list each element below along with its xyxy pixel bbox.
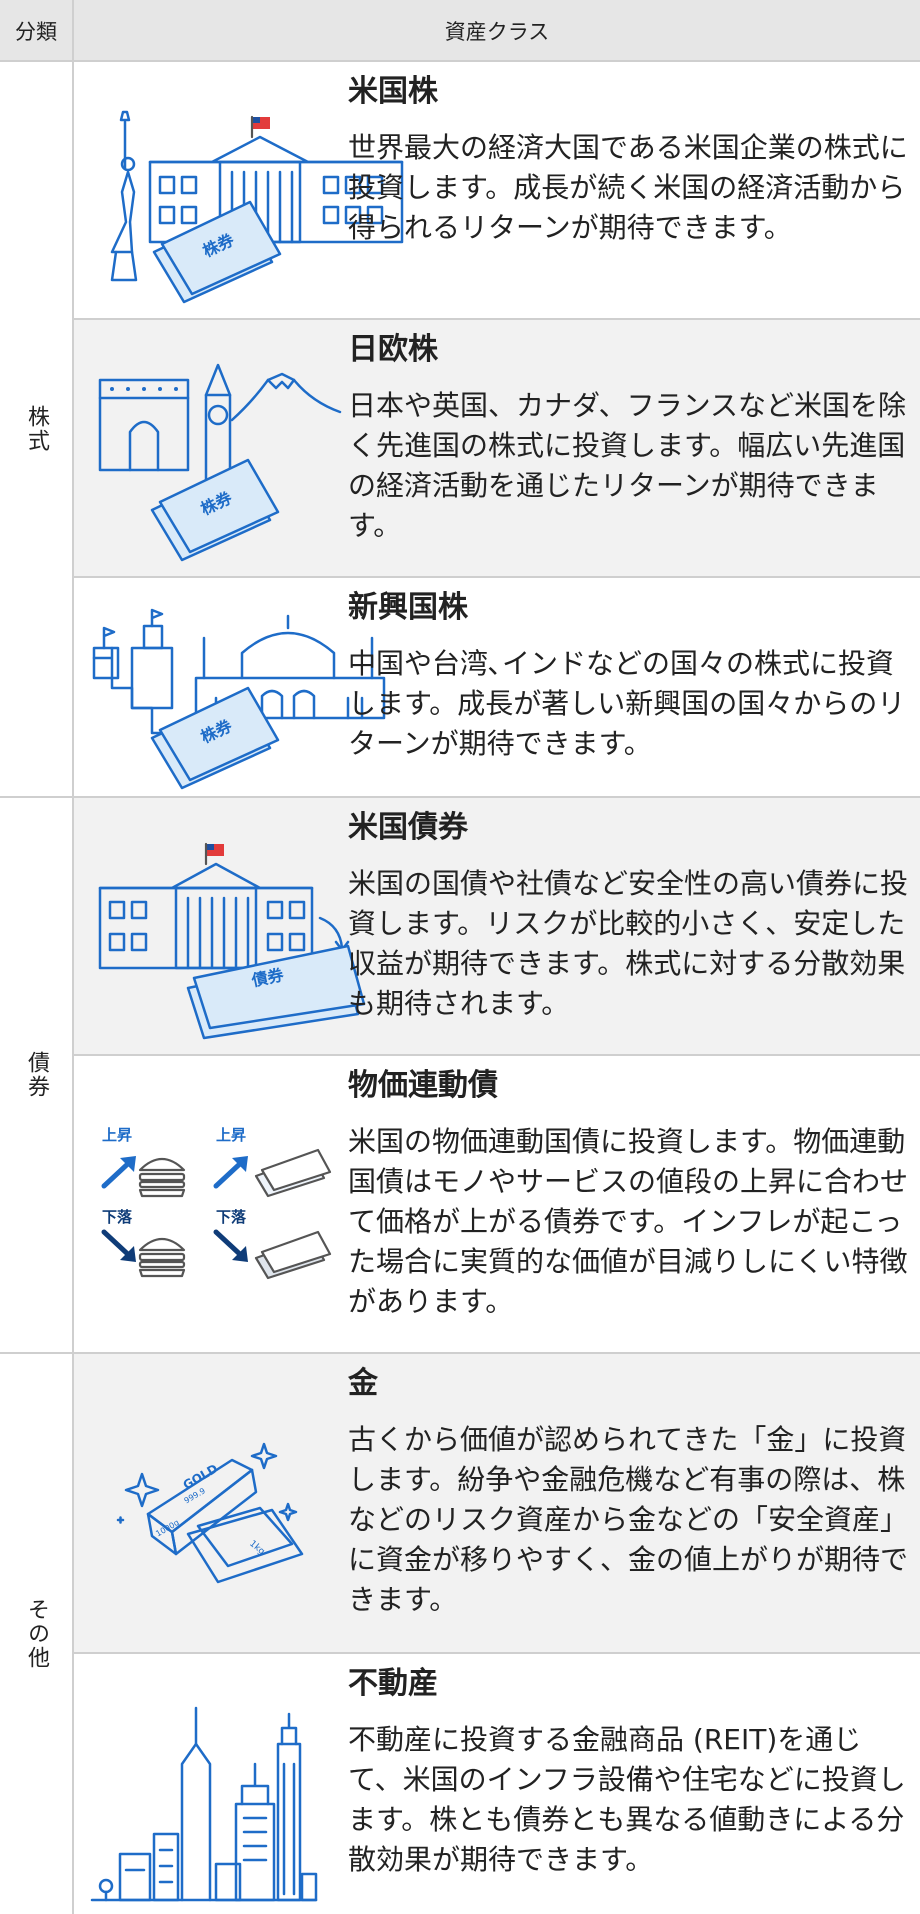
burger-icon — [138, 1237, 186, 1278]
asset-row-us-stocks: 株券 米国株 世界最大の経済大国である米国企業の株式に投資します。成長が続く米国… — [74, 62, 920, 320]
down-arrow-icon — [101, 1229, 136, 1262]
real-estate-text: 不動産 不動産に投資する金融商品 (REIT)を通じて、米国のインフラ設備や住宅… — [348, 1664, 908, 1880]
developed-stocks-text: 日欧株 日本や英国、カナダ、フランスなど米国を除く先進国の株式に投資します。幅広… — [348, 330, 908, 546]
emerging-stocks-text: 新興国株 中国や台湾､インドなどの国々の株式に投資します。成長が著しい新興国の国… — [348, 588, 908, 764]
asset-title: 不動産 — [348, 1666, 438, 1701]
category-bonds-label: 債券 — [24, 1051, 49, 1099]
asset-row-us-bonds: 債券 米国債券 米国の国債や社債など安全性の高い債券に投資します。リスクが比較的… — [74, 798, 920, 1056]
asset-row-inflation-bonds: 上昇 上昇 下落 下落 物価連動債 米国の物価連動国債に投資します。物価連動国債… — [74, 1056, 920, 1354]
category-other-label: その他 — [24, 1598, 49, 1670]
asset-title: 金 — [348, 1366, 378, 1401]
fall-label: 下落 — [216, 1208, 247, 1226]
rise-label: 上昇 — [102, 1126, 132, 1144]
header-category: 分類 — [0, 0, 74, 62]
bond-icon — [254, 1148, 332, 1198]
sparkle-icon — [250, 1442, 278, 1470]
sparkle-icon — [278, 1502, 298, 1522]
gold-text: 金 古くから価値が認められてきた「金」に投資します。紛争や金融危機など有事の際は… — [348, 1364, 908, 1620]
us-stocks-text: 米国株 世界最大の経済大国である米国企業の株式に投資します。成長が続く米国の経済… — [348, 72, 908, 248]
rise-label: 上昇 — [216, 1126, 246, 1144]
header-asset-class: 資産クラス — [444, 20, 550, 44]
asset-description: 日本や英国、カナダ、フランスなど米国を除く先進国の株式に投資します。幅広い先進国… — [348, 389, 907, 542]
category-bonds: 債券 — [0, 798, 74, 1354]
category-stocks-label: 株式 — [24, 405, 49, 453]
fall-label: 下落 — [102, 1208, 133, 1226]
asset-title: 物価連動債 — [348, 1068, 498, 1103]
inflation-bonds-text: 物価連動債 米国の物価連動国債に投資します。物価連動国債はモノやサービスの値段の… — [348, 1066, 908, 1322]
asset-class-table: 分類 資産クラス 株式 債券 その他 株券 米国株 世界最大の経済大国である米国… — [0, 0, 920, 1914]
asset-description: 米国の物価連動国債に投資します。物価連動国債はモノやサービスの値段の上昇に合わせ… — [348, 1125, 909, 1318]
asset-row-gold: GOLD 999.9 1000g 1kg 金 古くから価値が認められてきた「金」… — [74, 1354, 920, 1654]
category-stocks: 株式 — [0, 62, 74, 798]
burger-icon — [138, 1157, 186, 1198]
asset-description: 世界最大の経済大国である米国企業の株式に投資します。成長が続く米国の経済活動から… — [348, 131, 908, 244]
asset-row-real-estate: 不動産 不動産に投資する金融商品 (REIT)を通じて、米国のインフラ設備や住宅… — [74, 1654, 920, 1914]
sparkle-icon — [124, 1472, 160, 1508]
up-arrow-icon — [213, 1156, 248, 1189]
category-other: その他 — [0, 1354, 74, 1914]
asset-row-emerging-stocks: 株券 新興国株 中国や台湾､インドなどの国々の株式に投資します。成長が著しい新興… — [74, 578, 920, 798]
asset-title: 米国株 — [348, 74, 438, 109]
down-arrow-icon — [213, 1229, 248, 1262]
up-arrow-icon — [101, 1156, 136, 1189]
asset-title: 日欧株 — [348, 332, 438, 367]
us-bonds-text: 米国債券 米国の国債や社債など安全性の高い債券に投資します。リスクが比較的小さく… — [348, 808, 908, 1024]
asset-title: 新興国株 — [348, 590, 468, 625]
asset-title: 米国債券 — [348, 810, 468, 845]
asset-description: 中国や台湾､インドなどの国々の株式に投資します。成長が著しい新興国の国々からのリ… — [348, 647, 906, 760]
table-header: 分類 資産クラス — [0, 0, 920, 62]
bond-icon — [254, 1230, 332, 1280]
asset-description: 不動産に投資する金融商品 (REIT)を通じて、米国のインフラ設備や住宅などに投… — [348, 1723, 906, 1876]
asset-description: 古くから価値が認められてきた「金」に投資します。紛争や金融危機など有事の際は、株… — [348, 1423, 909, 1616]
asset-description: 米国の国債や社債など安全性の高い債券に投資します。リスクが比較的小さく、安定した… — [348, 867, 909, 1020]
asset-row-developed-stocks: 株券 日欧株 日本や英国、カナダ、フランスなど米国を除く先進国の株式に投資します… — [74, 320, 920, 578]
